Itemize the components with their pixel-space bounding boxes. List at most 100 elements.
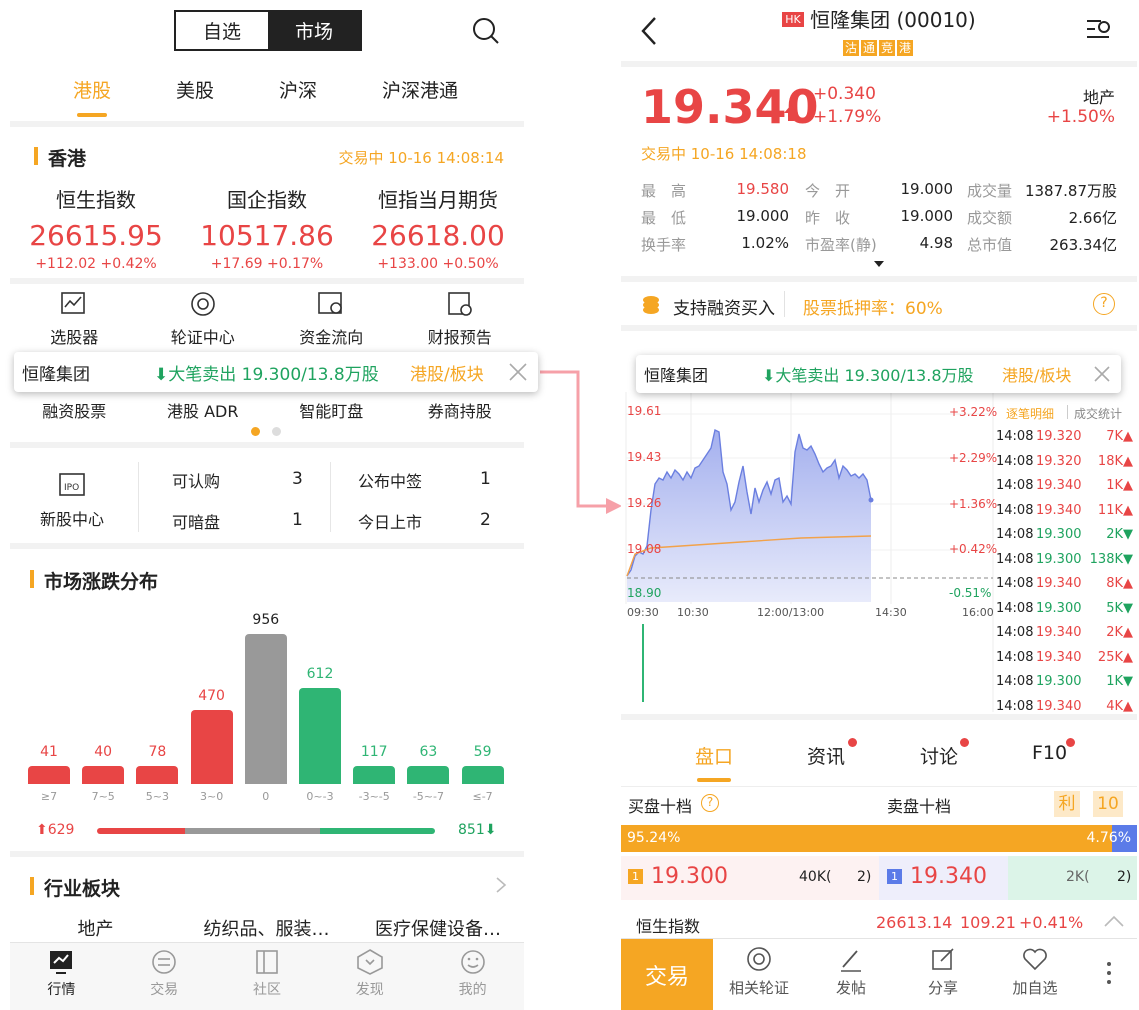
y-right-label: +1.36% bbox=[949, 497, 998, 511]
tool-broker-holdings[interactable]: 券商持股 bbox=[396, 398, 525, 422]
tab-discussion[interactable]: 讨论 bbox=[920, 742, 958, 769]
bar-category-label: 5~3 bbox=[145, 790, 169, 803]
segment-watchlist[interactable]: 自选 bbox=[176, 12, 268, 49]
tab-us[interactable]: 美股 bbox=[176, 76, 214, 103]
help-icon[interactable]: ? bbox=[701, 794, 719, 812]
stat-label: 最 高 bbox=[641, 182, 687, 200]
ipo-center[interactable]: IPO 新股中心 bbox=[24, 470, 120, 530]
sector-item[interactable]: 纺织品、服装… bbox=[181, 915, 352, 941]
close-icon[interactable] bbox=[508, 362, 528, 382]
index-card[interactable]: 恒指当月期货 26618.00 +133.00 +0.50% bbox=[352, 184, 524, 272]
tool-smart-watch[interactable]: 智能盯盘 bbox=[267, 398, 396, 422]
tool-capital-flow[interactable]: 资金流向 bbox=[267, 290, 396, 348]
bar bbox=[136, 766, 179, 784]
x-label: 16:00 bbox=[962, 606, 994, 619]
depth-toggle[interactable]: 10 bbox=[1093, 791, 1123, 817]
related-warrants-button[interactable]: 相关轮证 bbox=[713, 939, 805, 1010]
nav-discover[interactable]: 发现 bbox=[318, 943, 421, 1010]
more-button[interactable] bbox=[1081, 939, 1137, 1010]
tool-margin-stocks[interactable]: 融资股票 bbox=[10, 398, 139, 422]
y-left-label: 18.90 bbox=[627, 586, 662, 600]
popup-link[interactable]: 港股/板块 bbox=[1002, 362, 1071, 386]
index-card[interactable]: 国企指数 10517.86 +17.69 +0.17% bbox=[181, 184, 353, 272]
earnings-icon bbox=[447, 292, 472, 316]
tab-news[interactable]: 资讯 bbox=[807, 742, 845, 769]
index-change: +112.02 +0.42% bbox=[35, 256, 157, 272]
tool-earnings-preview[interactable]: 财报预告 bbox=[396, 290, 525, 348]
nav-label: 行情 bbox=[47, 982, 76, 998]
divider bbox=[138, 462, 139, 532]
alert-popup[interactable]: 恒隆集团 ⬇大笔卖出 19.300/13.8万股 港股/板块 bbox=[14, 352, 538, 392]
ipo-item-label[interactable]: 公布中签 bbox=[358, 468, 422, 492]
search-icon[interactable] bbox=[472, 17, 500, 45]
popup-link[interactable]: 港股/板块 bbox=[410, 360, 484, 385]
post-button[interactable]: 发帖 bbox=[805, 939, 897, 1010]
nav-quotes[interactable]: 行情 bbox=[10, 943, 113, 1010]
stat-value: 263.34亿 bbox=[1049, 236, 1118, 254]
chevron-up-icon[interactable] bbox=[1103, 914, 1125, 928]
tab-tick-detail[interactable]: 逐笔明细 bbox=[1006, 405, 1054, 422]
intraday-chart[interactable] bbox=[621, 392, 996, 712]
bid-volume: 40K( bbox=[799, 869, 832, 885]
divider bbox=[621, 325, 1137, 331]
bottom-label: 相关轮证 bbox=[728, 979, 789, 997]
tab-connect[interactable]: 沪深港通 bbox=[382, 76, 458, 103]
nav-community[interactable]: 社区 bbox=[216, 943, 319, 1010]
index-name: 恒生指数 bbox=[56, 188, 136, 212]
tick-time: 14:08 bbox=[996, 502, 1034, 518]
tick-volume: 5K▼ bbox=[1106, 600, 1133, 616]
margin-support: 支持融资买入 bbox=[673, 299, 775, 319]
divider bbox=[784, 291, 785, 317]
divider bbox=[1067, 405, 1068, 419]
active-tab-indicator bbox=[77, 113, 107, 117]
up-arrow: ⬆ bbox=[36, 822, 48, 838]
ipo-item-label[interactable]: 可认购 bbox=[172, 468, 220, 492]
tick-time: 14:08 bbox=[996, 429, 1034, 444]
tool-warrant-center[interactable]: 轮证中心 bbox=[139, 290, 268, 348]
tab-order-book[interactable]: 盘口 bbox=[695, 742, 733, 769]
sector-name[interactable]: 地产 bbox=[1083, 84, 1115, 108]
alert-popup-right[interactable]: 恒隆集团 ⬇大笔卖出 19.300/13.8万股 港股/板块 bbox=[636, 355, 1121, 393]
tool-stock-screener[interactable]: 选股器 bbox=[10, 290, 139, 348]
sector-item[interactable]: 医疗保健设备… bbox=[352, 915, 524, 941]
tab-hk[interactable]: 港股 bbox=[73, 76, 111, 103]
tool-label: 选股器 bbox=[50, 328, 99, 347]
tick-time: 14:08 bbox=[996, 478, 1034, 493]
profit-toggle[interactable]: 利 bbox=[1054, 791, 1080, 817]
add-watchlist-button[interactable]: 加自选 bbox=[989, 939, 1081, 1010]
tab-trade-stats[interactable]: 成交统计 bbox=[1074, 405, 1122, 422]
nav-trade[interactable]: 交易 bbox=[113, 943, 216, 1010]
index-card[interactable]: 恒生指数 26615.95 +112.02 +0.42% bbox=[10, 184, 182, 272]
nav-me[interactable]: 我的 bbox=[421, 943, 524, 1010]
sector-item[interactable]: 地产 bbox=[10, 915, 181, 941]
share-button[interactable]: 分享 bbox=[897, 939, 989, 1010]
ticker-change: 109.21 bbox=[960, 913, 1016, 932]
ipo-item-label[interactable]: 今日上市 bbox=[358, 509, 422, 533]
x-label: 14:30 bbox=[875, 606, 907, 619]
ipo-item-label[interactable]: 可暗盘 bbox=[172, 509, 220, 533]
market-screen: 自选 市场 港股 美股 沪深 沪深港通 香港 交易中 10-16 14:08:1… bbox=[10, 0, 524, 1010]
stat-value: 19.000 bbox=[900, 180, 954, 198]
community-icon bbox=[256, 950, 278, 974]
sector-pct: +1.50% bbox=[1046, 107, 1115, 127]
chevron-right-icon[interactable] bbox=[494, 876, 508, 894]
tool-hk-adr[interactable]: 港股 ADR bbox=[139, 398, 268, 422]
bar-value-label: 956 bbox=[252, 612, 280, 628]
stat-label: 昨 收 bbox=[805, 209, 851, 227]
bar-category-label: 0~-3 bbox=[306, 790, 334, 803]
x-label: 09:30 bbox=[627, 606, 659, 619]
trade-button[interactable]: 交易 bbox=[621, 939, 713, 1010]
index-name: 国企指数 bbox=[227, 188, 307, 212]
expand-caret-icon[interactable] bbox=[874, 260, 884, 268]
stat-label: 最 低 bbox=[641, 209, 687, 227]
tab-cn[interactable]: 沪深 bbox=[279, 76, 317, 103]
segment-market[interactable]: 市场 bbox=[268, 12, 360, 49]
close-icon[interactable] bbox=[1093, 365, 1111, 383]
tick-row: 14:08 19.300 2K▼ bbox=[996, 527, 1137, 551]
help-icon[interactable]: ? bbox=[1093, 293, 1115, 315]
tick-row: 14:08 19.300 1K▼ bbox=[996, 674, 1137, 698]
stock-search-icon[interactable] bbox=[1085, 16, 1113, 44]
bottom-nav: 行情 交易 社区 发现 我的 bbox=[10, 942, 524, 1010]
tab-f10[interactable]: F10 bbox=[1032, 742, 1067, 764]
bar bbox=[299, 687, 341, 784]
